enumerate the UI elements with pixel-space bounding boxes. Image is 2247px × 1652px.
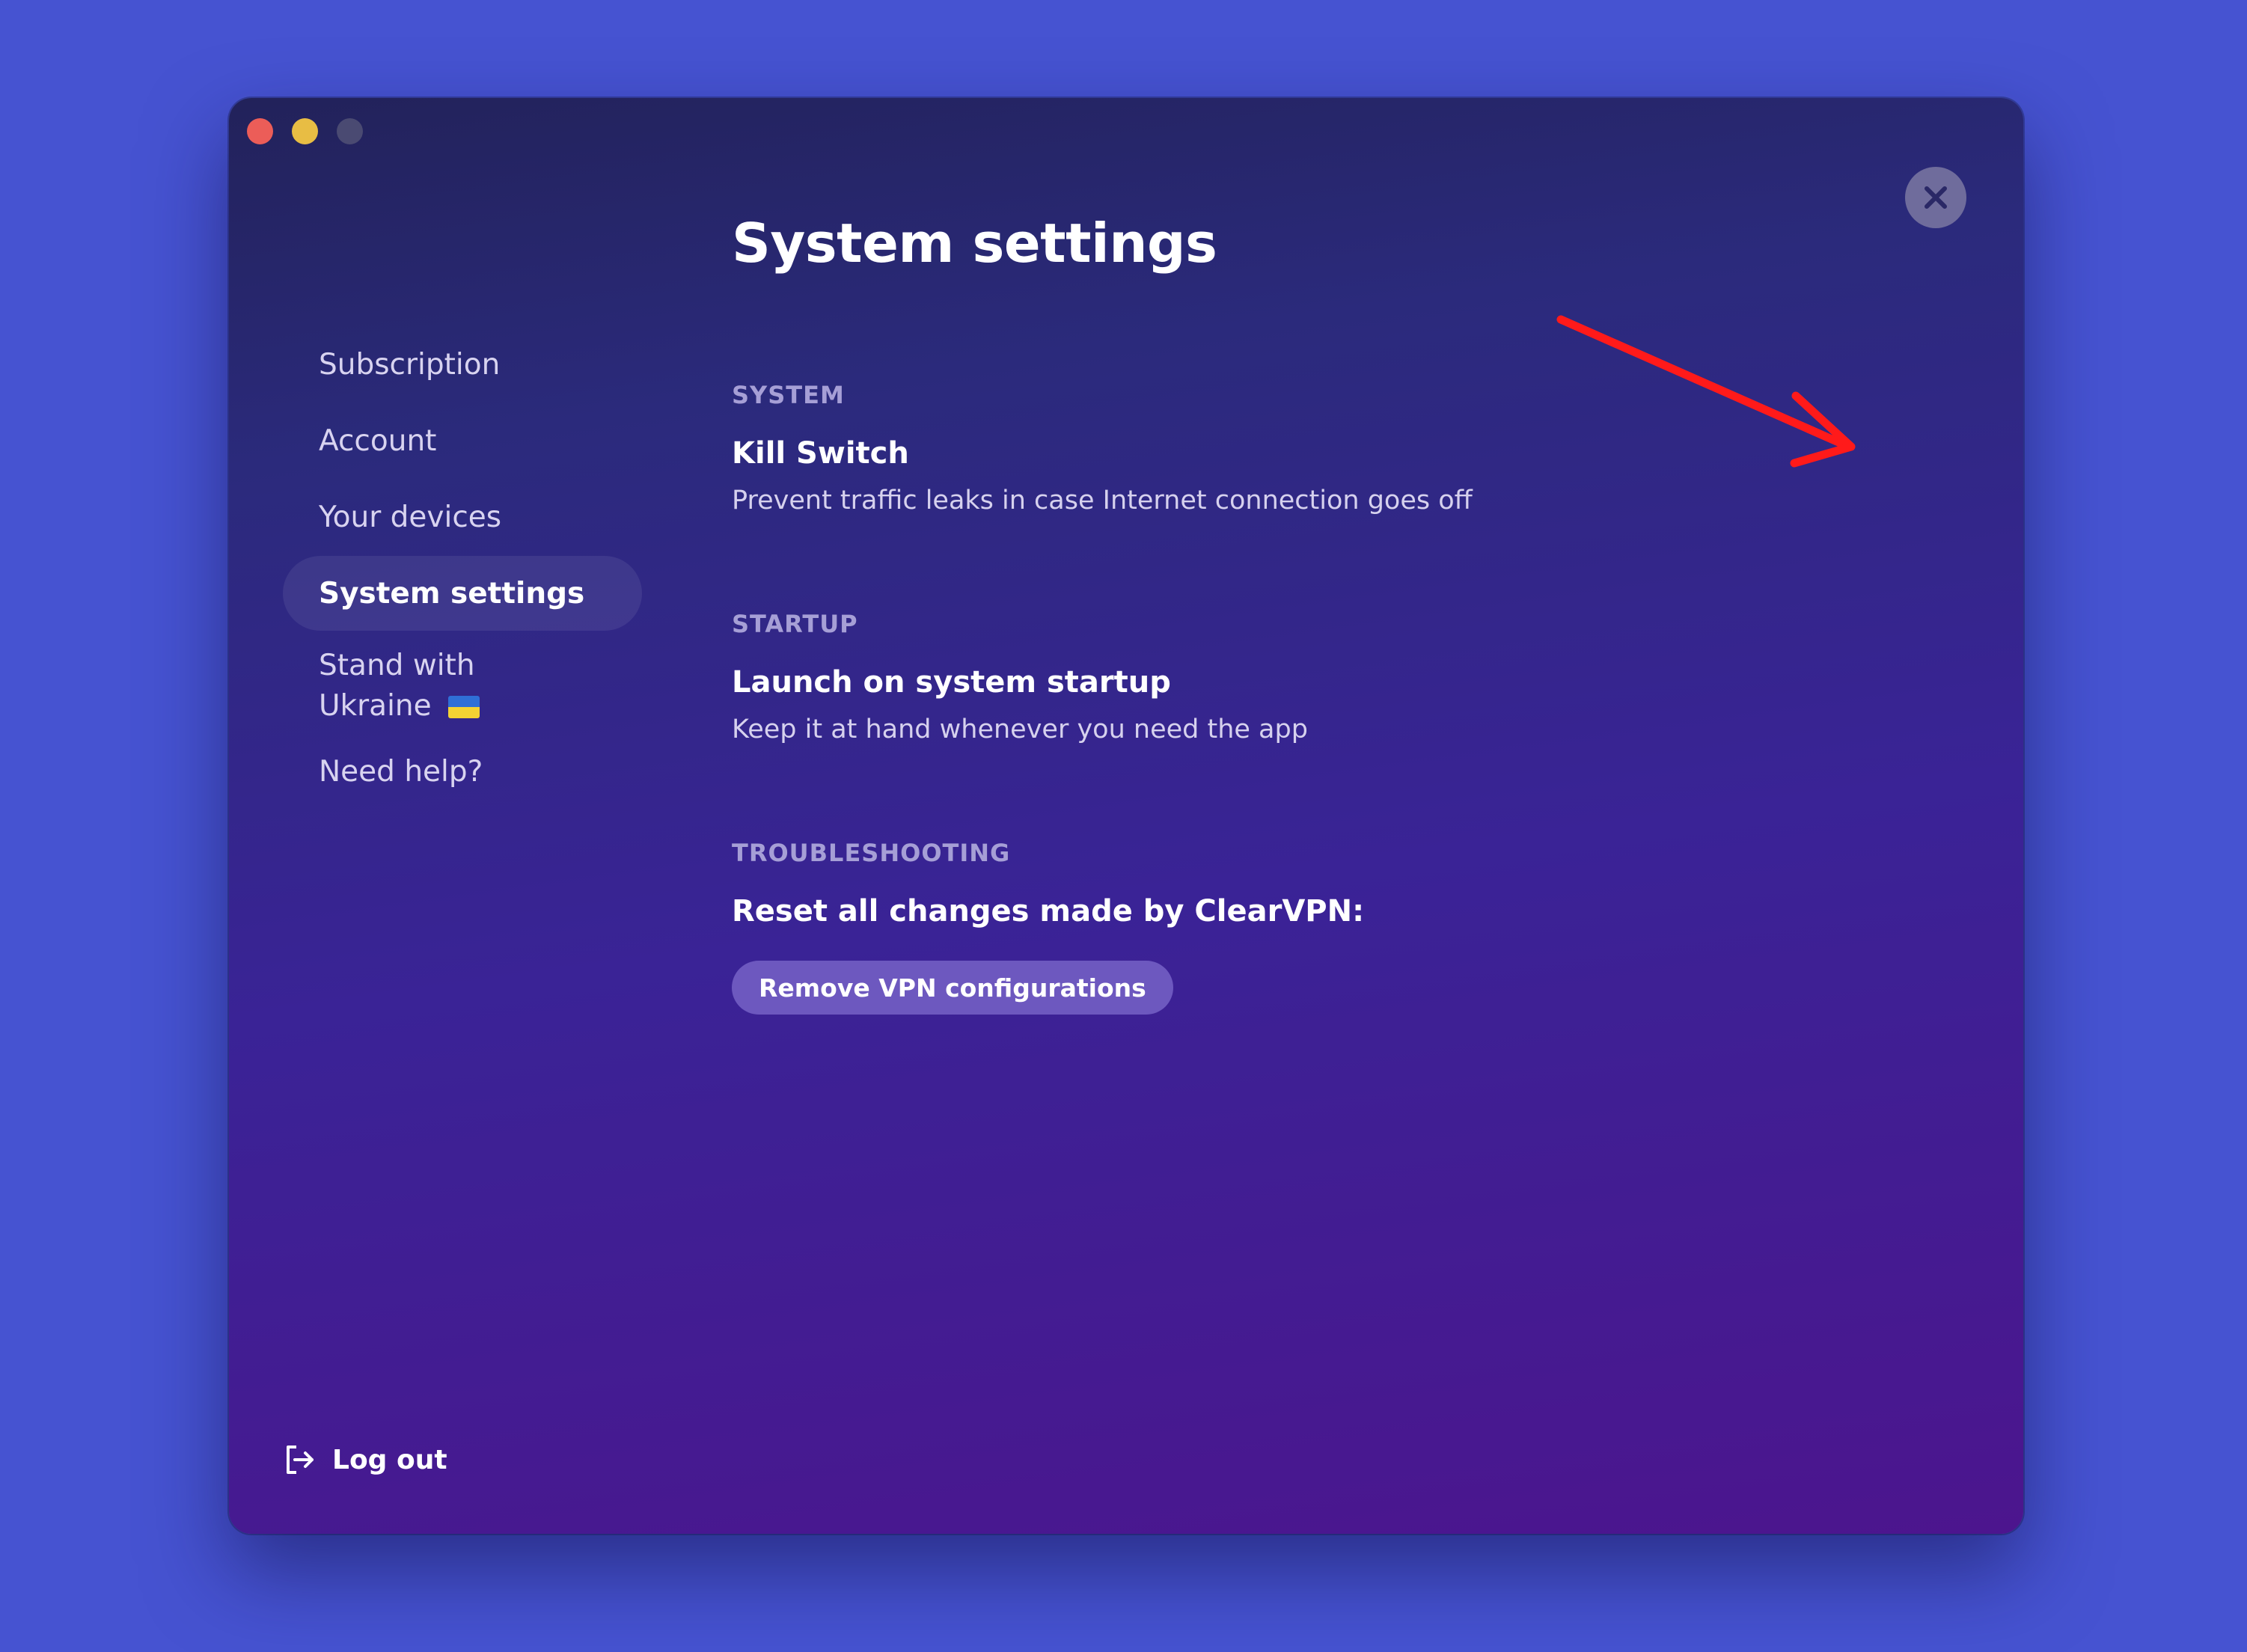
settings-content: System settings SYSTEM Kill Switch Preve…	[732, 98, 1989, 1534]
sidebar-item-system-settings[interactable]: System settings	[283, 556, 642, 631]
logout-label: Log out	[332, 1444, 447, 1475]
remove-vpn-configurations-button[interactable]: Remove VPN configurations	[732, 961, 1173, 1015]
reset-changes-title: Reset all changes made by ClearVPN:	[732, 894, 1365, 929]
section-label-troubleshooting: TROUBLESHOOTING	[732, 839, 1011, 867]
logout-button[interactable]: Log out	[283, 1437, 447, 1482]
window-zoom-control[interactable]	[337, 118, 363, 144]
sidebar-item-label: Your devices	[319, 500, 502, 534]
sidebar-item-label: System settings	[319, 576, 585, 611]
section-label-system: SYSTEM	[732, 381, 845, 409]
window-close-control[interactable]	[247, 118, 273, 144]
sidebar-item-label: Need help?	[319, 754, 483, 789]
logout-icon	[287, 1446, 314, 1474]
ukraine-flag-icon	[448, 696, 480, 718]
sidebar-item-account[interactable]: Account	[283, 403, 642, 478]
window-minimize-control[interactable]	[292, 118, 318, 144]
sidebar-item-label: Subscription	[319, 347, 501, 382]
launch-on-startup-description: Keep it at hand whenever you need the ap…	[732, 715, 1308, 744]
sidebar-item-stand-with-ukraine[interactable]: Stand with Ukraine	[283, 632, 642, 723]
kill-switch-title: Kill Switch	[732, 436, 909, 471]
sidebar-item-need-help[interactable]: Need help?	[283, 734, 642, 809]
app-window: Subscription Account Your devices System…	[229, 98, 2023, 1534]
launch-on-startup-title: Launch on system startup	[732, 665, 1171, 700]
sidebar-item-your-devices[interactable]: Your devices	[283, 480, 642, 554]
page-title: System settings	[732, 212, 1217, 275]
sidebar-item-label: Account	[319, 423, 437, 458]
section-label-startup: STARTUP	[732, 610, 858, 638]
sidebar-item-subscription[interactable]: Subscription	[283, 327, 642, 402]
kill-switch-description: Prevent traffic leaks in case Internet c…	[732, 486, 1473, 516]
